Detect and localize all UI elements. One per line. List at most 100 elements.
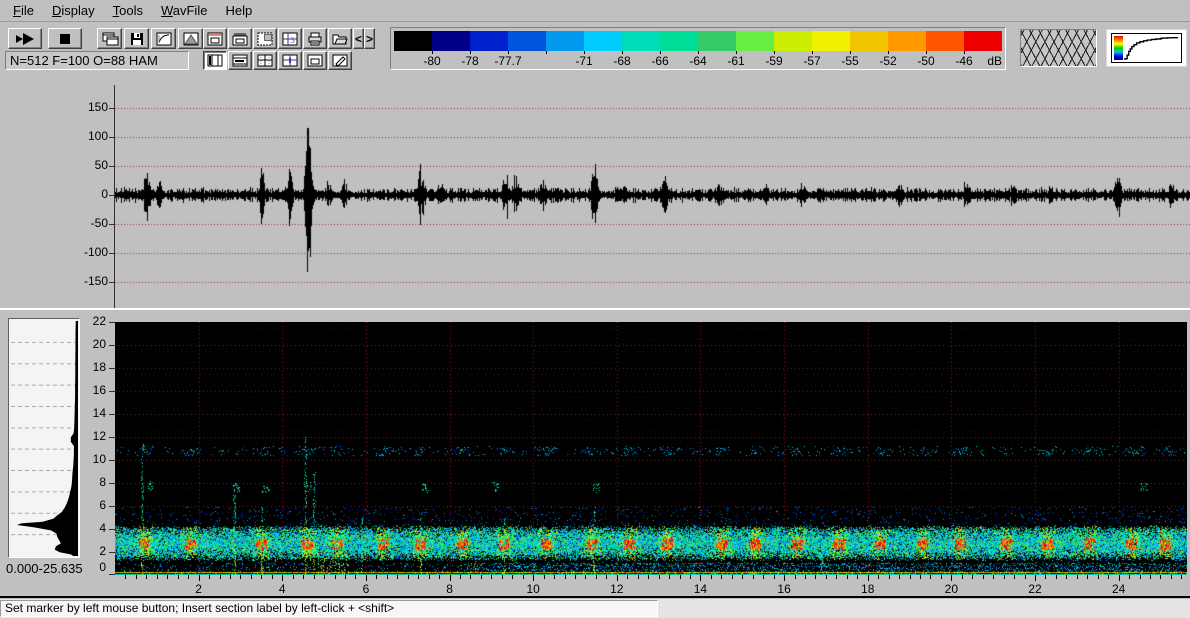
spectrogram-x-tick: [470, 575, 472, 579]
print-button[interactable]: [303, 28, 327, 49]
menu-help[interactable]: Help: [216, 1, 261, 20]
color-scale-tick: [888, 51, 889, 54]
spectrogram-x-tick: [355, 575, 357, 579]
display-window-icon: [207, 32, 223, 45]
stop-button[interactable]: [48, 28, 82, 49]
vertical-bars-icon: [207, 54, 223, 67]
save-button[interactable]: [124, 28, 149, 49]
layout-inner-window-button[interactable]: [303, 51, 327, 70]
waveform-y-tick: [109, 224, 114, 225]
spectrogram-x-tick: [899, 575, 901, 579]
spectrogram-x-tick: [700, 575, 702, 581]
spectrogram-x-label: 8: [446, 582, 453, 596]
color-scale-label: -46: [955, 54, 973, 68]
next-button[interactable]: >: [364, 28, 375, 49]
peak-window-button[interactable]: [178, 28, 203, 49]
color-scale-tick: [736, 51, 737, 54]
spectrogram-x-tick: [428, 575, 430, 579]
color-scale-segment: [584, 31, 622, 51]
waveform-plot[interactable]: [115, 85, 1190, 308]
spectrogram-x-tick: [1014, 575, 1016, 579]
horizontal-lines-icon: [232, 54, 248, 67]
comb-window-button[interactable]: [228, 28, 252, 49]
spectrogram-x-tick: [1129, 575, 1131, 579]
edit-labels-button[interactable]: [328, 51, 352, 70]
menu-tools[interactable]: Tools: [104, 1, 152, 20]
menu-file[interactable]: File: [4, 1, 43, 20]
color-scale-segment: [546, 31, 584, 51]
spectrogram-x-tick: [574, 575, 576, 579]
selection-window-button[interactable]: [253, 28, 277, 49]
spectrogram-x-tick: [125, 575, 127, 579]
spectrogram-x-tick: [888, 575, 890, 579]
spectrogram-x-tick: [303, 575, 305, 579]
spectrogram-x-tick: [135, 575, 137, 579]
spectrogram-x-tick: [637, 575, 639, 579]
spectrogram-y-label: 10: [92, 452, 106, 466]
spectrogram-x-tick: [951, 575, 953, 581]
color-scale-tick: [546, 51, 547, 54]
spectrogram-y-label: 6: [99, 498, 106, 512]
spectrogram-plot[interactable]: [115, 322, 1187, 575]
status-bar: Set marker by left mouse button; Insert …: [0, 599, 1190, 618]
next-icon: >: [365, 31, 373, 46]
display-window-button[interactable]: [203, 28, 227, 49]
spectrogram-x-label: 22: [1028, 582, 1042, 596]
spectrogram-x-tick: [177, 575, 179, 579]
spectrogram-x-label: 16: [777, 582, 791, 596]
spectrogram-x-tick: [543, 575, 545, 579]
menu-wavfile[interactable]: WavFile: [152, 1, 216, 20]
spectrogram-x-tick: [459, 575, 461, 579]
color-scale-panel: -80 -78 -77.7 -71 -68 -66 -64 -61 -59 -57 -55 -52 -5…: [390, 27, 1006, 70]
layout-vertical-bars-button[interactable]: [203, 51, 227, 70]
spectrogram-x-label: 14: [693, 582, 708, 596]
spectrogram-x-tick: [993, 575, 995, 579]
peak-window-icon: [183, 32, 198, 45]
spectrogram-x-tick: [972, 575, 974, 579]
spectrogram-x-tick: [857, 575, 859, 579]
layout-grid-cross-button[interactable]: [253, 51, 277, 70]
play-button[interactable]: [8, 28, 42, 49]
spectrogram-x-tick: [1003, 575, 1005, 579]
spectrogram-x-tick: [501, 575, 503, 579]
spectrogram-x-tick: [512, 575, 514, 579]
lattice-pattern-panel: [1020, 29, 1097, 67]
waveform-y-label: -50: [90, 216, 108, 230]
color-scale-label: -64: [689, 54, 707, 68]
waveform-y-label: -150: [83, 274, 108, 288]
spectrogram-x-tick: [1087, 575, 1089, 579]
spectrogram-x-tick: [878, 575, 880, 579]
prev-button[interactable]: <: [353, 28, 364, 49]
spectrogram-x-tick: [386, 575, 388, 579]
spectrogram-x-tick: [763, 575, 765, 579]
spectrogram-x-tick: [313, 575, 315, 579]
menu-display[interactable]: Display: [43, 1, 104, 20]
color-scale-tick: [470, 51, 471, 54]
save-icon: [130, 32, 143, 45]
spectrogram-bottom-edge: [0, 596, 1190, 598]
play-icon: [16, 32, 34, 45]
spectrogram-x-tick: [1045, 575, 1047, 579]
layout-grid-plus-button[interactable]: [278, 51, 302, 70]
layout-horizontal-lines-button[interactable]: [228, 51, 252, 70]
color-scale-label: -66: [651, 54, 669, 68]
open-file-button[interactable]: [328, 28, 352, 49]
spectrogram-x-tick: [710, 575, 712, 579]
color-scale-segment: [850, 31, 888, 51]
stop-icon: [60, 33, 70, 44]
spectrogram-x-tick: [240, 575, 242, 579]
cascade-windows-button[interactable]: [97, 28, 122, 49]
spectrogram-x-tick: [156, 575, 158, 579]
spectrogram-x-label: 18: [861, 582, 875, 596]
spectrogram-x-tick: [648, 575, 650, 579]
scale-grid-button[interactable]: S: [278, 28, 302, 49]
color-scale-tick: [622, 51, 623, 54]
color-scale-segment: [508, 31, 546, 51]
waveform-y-label: 100: [87, 129, 108, 143]
transfer-curve-button[interactable]: [151, 28, 176, 49]
waveform-y-tick: [109, 282, 114, 283]
svg-text:S: S: [290, 36, 295, 45]
spectrogram-y-label: 14: [92, 406, 106, 420]
color-scale-segment: [736, 31, 774, 51]
open-folder-icon: [332, 34, 348, 44]
